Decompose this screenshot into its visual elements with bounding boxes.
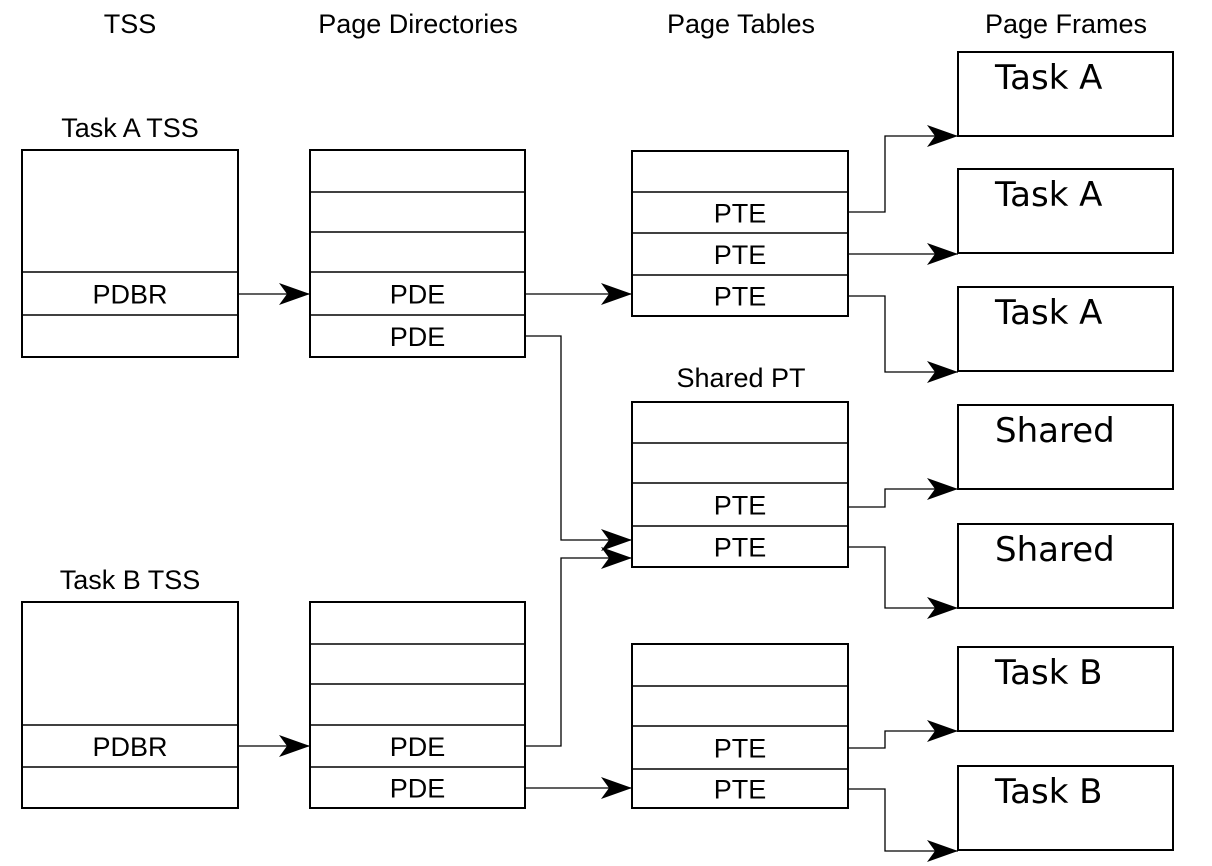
header-page-directories: Page Directories <box>318 9 518 39</box>
task-a-tss <box>21 149 239 358</box>
page-frame-label: Task A <box>994 293 1102 333</box>
task-a-tss-label: Task A TSS <box>61 113 199 143</box>
header-tss: TSS <box>104 9 157 39</box>
shared-pt-label: Shared PT <box>676 363 805 393</box>
shared-page-table-entry: PTE <box>714 491 767 521</box>
header-page-frames: Page Frames <box>985 9 1147 39</box>
page-frame-label: Shared <box>995 411 1115 451</box>
page-frame-label: Shared <box>995 530 1115 570</box>
arrow <box>848 788 958 862</box>
arrow <box>848 720 958 749</box>
shared-page-table-entry: PTE <box>714 533 767 563</box>
page-directory-b-entry: PDE <box>390 732 446 762</box>
page-table-a-entry: PTE <box>714 282 767 312</box>
arrow <box>525 335 632 551</box>
page-directory-a-entry: PDE <box>390 280 446 310</box>
arrow <box>848 295 958 383</box>
page-directory-b-entry: PDE <box>390 774 446 804</box>
page-frame-label: Task A <box>994 58 1102 98</box>
arrow <box>848 546 958 619</box>
paging-diagram: TSS Page Directories Page Tables Page Fr… <box>21 9 1174 862</box>
page-table-b-entry: PTE <box>714 734 767 764</box>
task-a-tss-entry: PDBR <box>92 280 167 310</box>
task-b-tss <box>21 601 239 809</box>
task-b-tss-label: Task B TSS <box>60 565 201 595</box>
arrow <box>848 125 958 213</box>
page-directory-a-entry: PDE <box>390 322 446 352</box>
arrow <box>525 547 632 747</box>
task-b-tss-entry: PDBR <box>92 732 167 762</box>
page-table-a-entry: PTE <box>714 240 767 270</box>
arrow <box>848 478 958 508</box>
page-frame-label: Task B <box>994 653 1103 693</box>
page-table-a-entry: PTE <box>714 199 767 229</box>
page-frame-label: Task B <box>994 772 1103 812</box>
page-table-b-entry: PTE <box>714 775 767 805</box>
page-frame-label: Task A <box>994 175 1102 215</box>
header-page-tables: Page Tables <box>667 9 815 39</box>
